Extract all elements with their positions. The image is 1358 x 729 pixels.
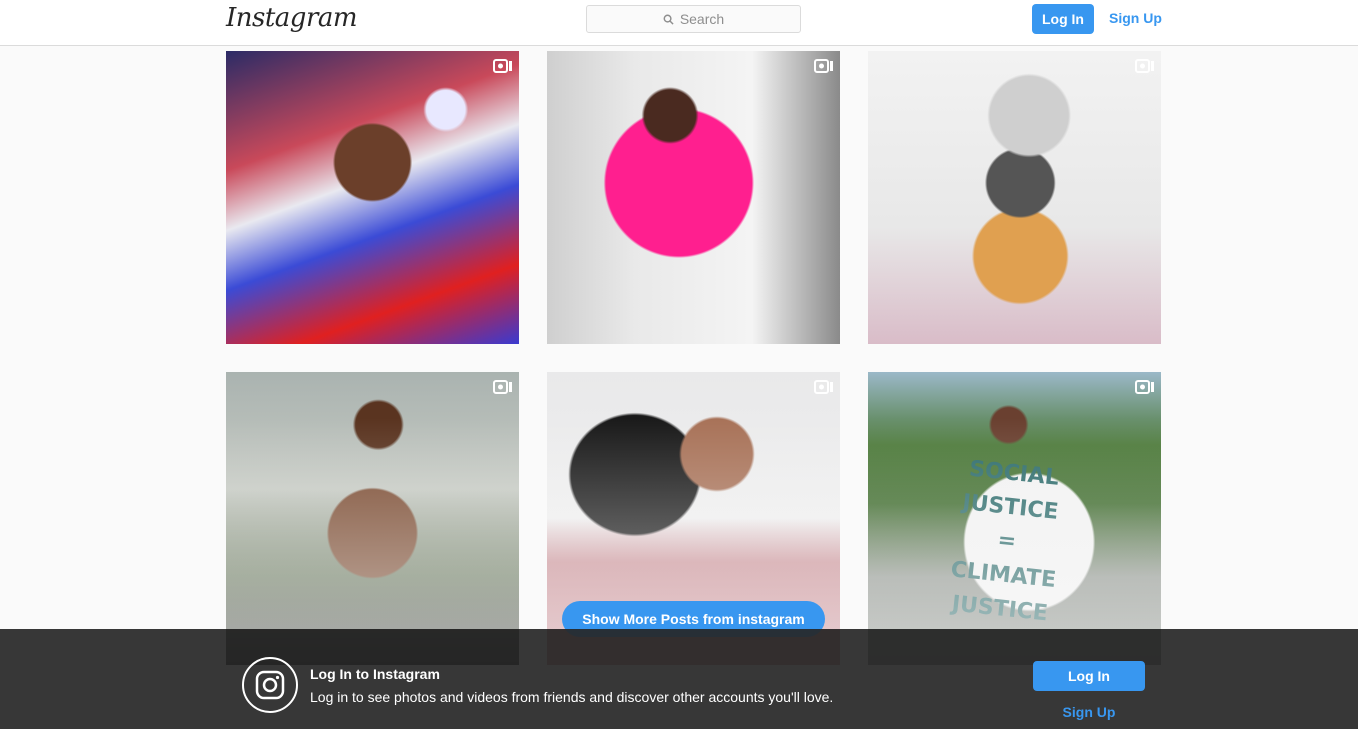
- posts-grid: SOCIAL JUSTICE = CLIMATE JUSTICE: [226, 51, 1161, 665]
- video-camera-icon: [814, 59, 833, 73]
- protest-sign: SOCIAL JUSTICE = CLIMATE JUSTICE: [922, 439, 1099, 627]
- video-camera-icon: [814, 380, 833, 394]
- instagram-glyph-icon: [242, 657, 298, 713]
- login-banner: Log In to Instagram Log in to see photos…: [0, 629, 1358, 729]
- banner-title: Log In to Instagram: [310, 666, 440, 682]
- signup-link[interactable]: Sign Up: [1109, 10, 1162, 26]
- instagram-logo[interactable]: Instagram: [226, 3, 358, 33]
- video-camera-icon: [1135, 59, 1154, 73]
- search-input[interactable]: Search: [586, 5, 801, 33]
- banner-login-button[interactable]: Log In: [1033, 661, 1145, 691]
- search-icon: [663, 14, 674, 25]
- post-tile[interactable]: [226, 51, 519, 344]
- banner-description: Log in to see photos and videos from fri…: [310, 689, 834, 705]
- post-tile[interactable]: [868, 51, 1161, 344]
- login-button[interactable]: Log In: [1032, 4, 1094, 34]
- post-tile[interactable]: SOCIAL JUSTICE = CLIMATE JUSTICE: [868, 372, 1161, 665]
- post-tile[interactable]: [226, 372, 519, 665]
- top-navigation-bar: Instagram Search Log In Sign Up: [0, 0, 1358, 46]
- banner-signup-link[interactable]: Sign Up: [1033, 704, 1145, 720]
- video-camera-icon: [493, 380, 512, 394]
- video-camera-icon: [1135, 380, 1154, 394]
- video-camera-icon: [493, 59, 512, 73]
- post-tile[interactable]: [547, 51, 840, 344]
- search-placeholder: Search: [679, 11, 725, 27]
